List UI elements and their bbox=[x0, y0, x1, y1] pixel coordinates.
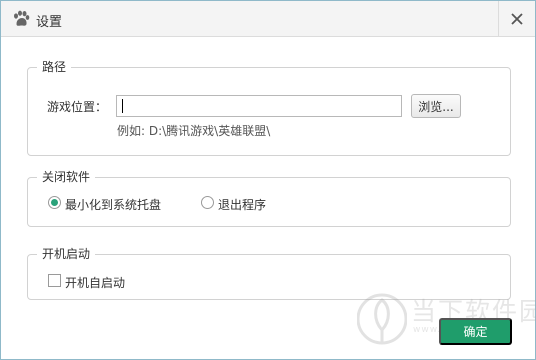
radio-minimize-label[interactable]: 最小化到系统托盘 bbox=[65, 196, 161, 213]
text-caret bbox=[122, 99, 123, 113]
title-bar[interactable]: 设置 bbox=[1, 1, 535, 37]
settings-window: 设置 路径 游戏位置： 浏览... 例如: D:\腾讯游戏\英雄联盟\ 关闭软件… bbox=[0, 0, 536, 360]
example-hint: 例如: D:\腾讯游戏\英雄联盟\ bbox=[117, 124, 271, 138]
browse-button[interactable]: 浏览... bbox=[411, 94, 461, 118]
close-button[interactable] bbox=[498, 1, 535, 37]
close-icon bbox=[511, 13, 523, 25]
path-group-legend: 路径 bbox=[37, 59, 72, 75]
autostart-checkbox[interactable] bbox=[48, 274, 61, 287]
game-location-input[interactable] bbox=[116, 95, 402, 117]
startup-legend: 开机启动 bbox=[37, 246, 96, 262]
autostart-label[interactable]: 开机自启动 bbox=[65, 274, 125, 291]
radio-exit-program[interactable] bbox=[201, 196, 214, 209]
paw-icon bbox=[12, 10, 30, 28]
watermark-logo-icon bbox=[357, 293, 407, 345]
ok-button[interactable]: 确定 bbox=[439, 318, 512, 345]
close-behavior-legend: 关闭软件 bbox=[37, 169, 96, 185]
game-location-label: 游戏位置： bbox=[47, 100, 108, 114]
radio-exit-label[interactable]: 退出程序 bbox=[218, 196, 266, 213]
radio-minimize-to-tray[interactable] bbox=[48, 196, 61, 209]
window-title: 设置 bbox=[36, 15, 63, 30]
